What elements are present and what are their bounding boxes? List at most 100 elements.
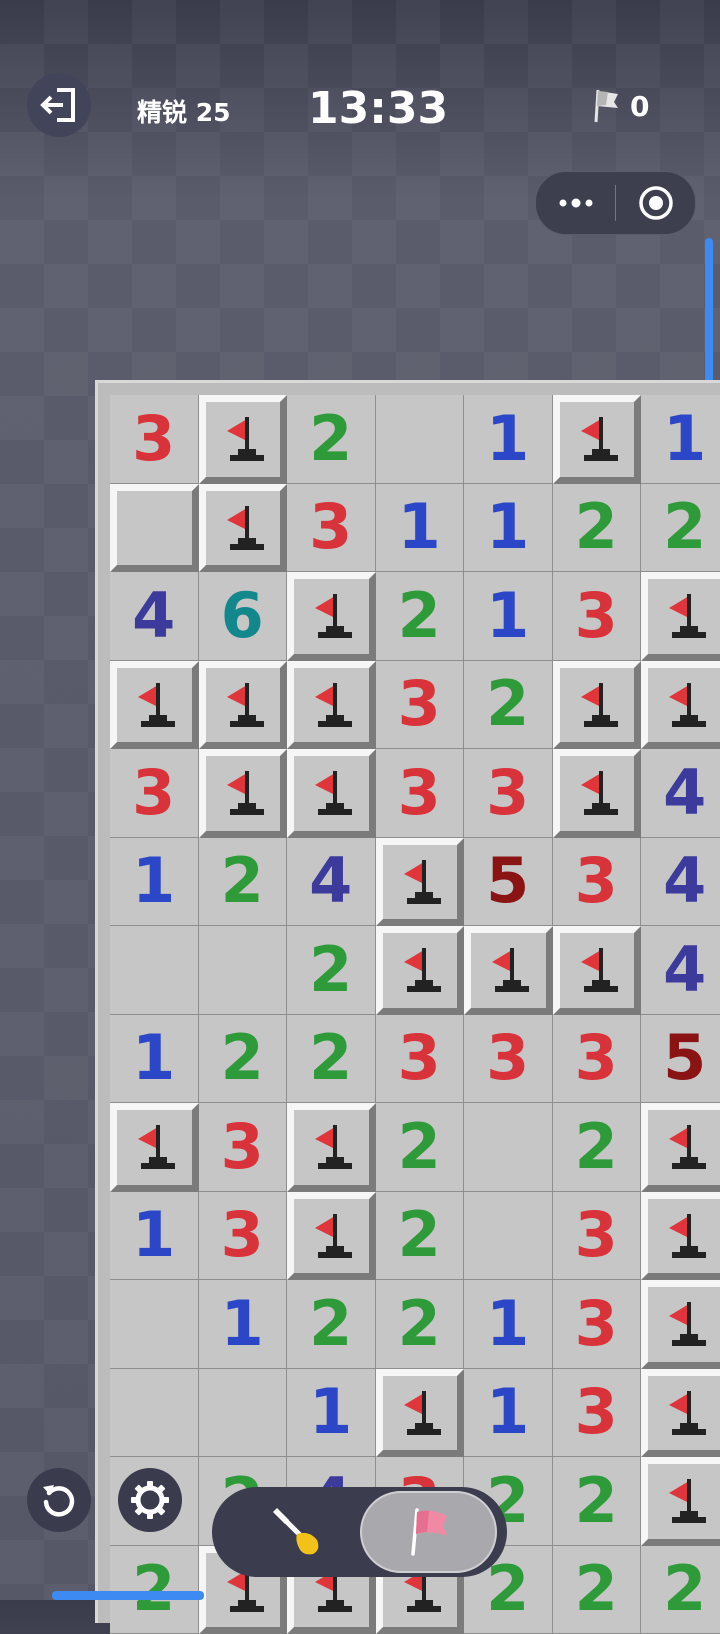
cell-r6-c5[interactable]: 5 (464, 838, 553, 927)
cell-r2-c7[interactable]: 2 (641, 484, 720, 573)
cell-r10-c2[interactable]: 3 (199, 1192, 288, 1281)
cell-r10-c7[interactable] (641, 1192, 720, 1281)
cell-r5-c3[interactable] (287, 749, 376, 838)
cell-r11-c6[interactable]: 3 (553, 1280, 642, 1369)
cell-r2-c5[interactable]: 1 (464, 484, 553, 573)
cell-r14-c1[interactable]: 2 (110, 1546, 199, 1634)
flag-mode-button[interactable] (360, 1491, 497, 1573)
cell-r3-c5[interactable]: 1 (464, 572, 553, 661)
cell-r5-c6[interactable] (553, 749, 642, 838)
cell-r7-c1[interactable] (110, 926, 199, 1015)
cell-r10-c1[interactable]: 1 (110, 1192, 199, 1281)
cell-r6-c7[interactable]: 4 (641, 838, 720, 927)
cell-r5-c4[interactable]: 3 (376, 749, 465, 838)
cell-r11-c1[interactable] (110, 1280, 199, 1369)
cell-r13-c7[interactable] (641, 1457, 720, 1546)
flag-count: 0 (630, 90, 649, 123)
cell-r12-c3[interactable]: 1 (287, 1369, 376, 1458)
cell-r2-c1[interactable] (110, 484, 199, 573)
cell-r1-c6[interactable] (553, 395, 642, 484)
cell-r4-c7[interactable] (641, 661, 720, 750)
cell-r1-c7[interactable]: 1 (641, 395, 720, 484)
cell-r9-c4[interactable]: 2 (376, 1103, 465, 1192)
cell-r8-c2[interactable]: 2 (199, 1015, 288, 1104)
cell-r5-c1[interactable]: 3 (110, 749, 199, 838)
cell-r10-c5[interactable] (464, 1192, 553, 1281)
cell-r12-c6[interactable]: 3 (553, 1369, 642, 1458)
cell-r3-c6[interactable]: 3 (553, 572, 642, 661)
cell-r9-c1[interactable] (110, 1103, 199, 1192)
cell-r9-c7[interactable] (641, 1103, 720, 1192)
cell-r8-c5[interactable]: 3 (464, 1015, 553, 1104)
cell-r7-c7[interactable]: 4 (641, 926, 720, 1015)
cell-r6-c3[interactable]: 4 (287, 838, 376, 927)
settings-button[interactable] (118, 1468, 182, 1532)
more-button[interactable] (536, 172, 615, 234)
cell-r11-c5[interactable]: 1 (464, 1280, 553, 1369)
cell-r3-c4[interactable]: 2 (376, 572, 465, 661)
cell-r5-c5[interactable]: 3 (464, 749, 553, 838)
close-target-button[interactable] (616, 172, 695, 234)
cell-r10-c4[interactable]: 2 (376, 1192, 465, 1281)
cell-r4-c5[interactable]: 2 (464, 661, 553, 750)
cell-r3-c7[interactable] (641, 572, 720, 661)
cell-r8-c3[interactable]: 2 (287, 1015, 376, 1104)
cell-r8-c4[interactable]: 3 (376, 1015, 465, 1104)
cell-r7-c2[interactable] (199, 926, 288, 1015)
cell-r6-c1[interactable]: 1 (110, 838, 199, 927)
cell-r9-c3[interactable] (287, 1103, 376, 1192)
cell-r13-c6[interactable]: 2 (553, 1457, 642, 1546)
cell-r10-c6[interactable]: 3 (553, 1192, 642, 1281)
cell-r8-c1[interactable]: 1 (110, 1015, 199, 1104)
cell-r5-c7[interactable]: 4 (641, 749, 720, 838)
cell-r3-c3[interactable] (287, 572, 376, 661)
cell-r2-c4[interactable]: 1 (376, 484, 465, 573)
cell-r12-c4[interactable] (376, 1369, 465, 1458)
cell-r5-c2[interactable] (199, 749, 288, 838)
cell-number: 1 (309, 1381, 352, 1443)
cell-r9-c5[interactable] (464, 1103, 553, 1192)
cell-r11-c7[interactable] (641, 1280, 720, 1369)
cell-number: 2 (309, 1027, 352, 1089)
cell-r2-c3[interactable]: 3 (287, 484, 376, 573)
cell-r12-c1[interactable] (110, 1369, 199, 1458)
cell-r9-c6[interactable]: 2 (553, 1103, 642, 1192)
cell-r6-c2[interactable]: 2 (199, 838, 288, 927)
cell-number: 2 (309, 408, 352, 470)
cell-r8-c6[interactable]: 3 (553, 1015, 642, 1104)
cell-r11-c2[interactable]: 1 (199, 1280, 288, 1369)
cell-r4-c4[interactable]: 3 (376, 661, 465, 750)
cell-r7-c3[interactable]: 2 (287, 926, 376, 1015)
cell-r11-c4[interactable]: 2 (376, 1280, 465, 1369)
cell-r11-c3[interactable]: 2 (287, 1280, 376, 1369)
cell-r3-c2[interactable]: 6 (199, 572, 288, 661)
cell-r12-c5[interactable]: 1 (464, 1369, 553, 1458)
cell-r1-c4[interactable] (376, 395, 465, 484)
cell-r7-c4[interactable] (376, 926, 465, 1015)
cell-r4-c2[interactable] (199, 661, 288, 750)
cell-r2-c6[interactable]: 2 (553, 484, 642, 573)
cell-r8-c7[interactable]: 5 (641, 1015, 720, 1104)
undo-button[interactable] (27, 1468, 91, 1532)
cell-r7-c6[interactable] (553, 926, 642, 1015)
cell-r14-c7[interactable]: 2 (641, 1546, 720, 1634)
cell-r12-c7[interactable] (641, 1369, 720, 1458)
cell-r12-c2[interactable] (199, 1369, 288, 1458)
cell-r1-c2[interactable] (199, 395, 288, 484)
cell-r4-c1[interactable] (110, 661, 199, 750)
cell-r2-c2[interactable] (199, 484, 288, 573)
cell-r10-c3[interactable] (287, 1192, 376, 1281)
cell-r4-c3[interactable] (287, 661, 376, 750)
cell-r3-c1[interactable]: 4 (110, 572, 199, 661)
cell-r7-c5[interactable] (464, 926, 553, 1015)
cell-r4-c6[interactable] (553, 661, 642, 750)
cell-r1-c3[interactable]: 2 (287, 395, 376, 484)
cell-r9-c2[interactable]: 3 (199, 1103, 288, 1192)
cell-r1-c5[interactable]: 1 (464, 395, 553, 484)
cell-r6-c6[interactable]: 3 (553, 838, 642, 927)
cell-r1-c1[interactable]: 3 (110, 395, 199, 484)
cell-r6-c4[interactable] (376, 838, 465, 927)
exit-button[interactable] (27, 73, 91, 137)
cell-r14-c6[interactable]: 2 (553, 1546, 642, 1634)
dig-mode-button[interactable] (252, 1501, 342, 1563)
